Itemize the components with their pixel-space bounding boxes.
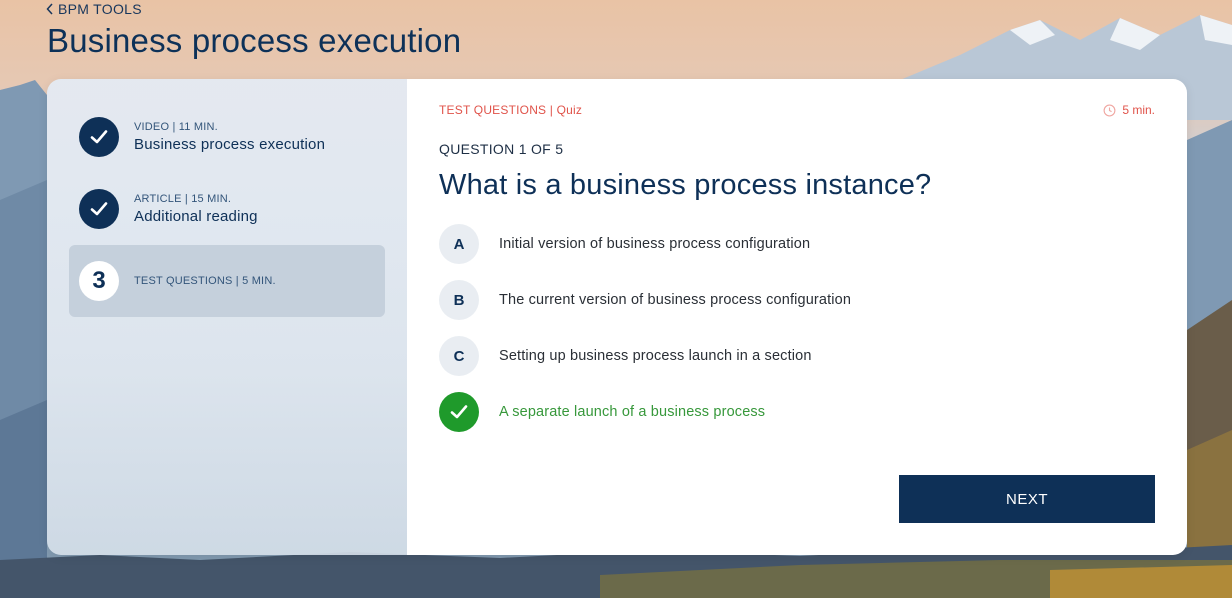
question-text: What is a business process instance? [439, 169, 932, 201]
next-button[interactable]: NEXT [899, 475, 1155, 523]
answer-option-d[interactable]: A separate launch of a business process [439, 384, 1155, 440]
answer-letter: B [439, 280, 479, 320]
answer-option-a[interactable]: A Initial version of business process co… [439, 216, 1155, 272]
step-test-questions[interactable]: 3 TEST QUESTIONS | 5 MIN. [69, 245, 385, 317]
step-title: Additional reading [134, 208, 258, 225]
answer-correct-badge [439, 392, 479, 432]
step-article[interactable]: ARTICLE | 15 MIN. Additional reading [69, 173, 385, 245]
check-icon [90, 202, 108, 216]
chevron-left-icon [46, 3, 53, 15]
check-icon [90, 130, 108, 144]
answer-list: A Initial version of business process co… [439, 216, 1155, 440]
answer-text: The current version of business process … [499, 292, 852, 308]
duration-text: 5 min. [1122, 103, 1155, 117]
question-counter: QUESTION 1 OF 5 [439, 141, 564, 157]
clock-icon [1103, 104, 1116, 116]
step-video[interactable]: VIDEO | 11 MIN. Business process executi… [69, 101, 385, 173]
step-meta: VIDEO | 11 MIN. [134, 121, 218, 133]
step-title: Business process execution [134, 136, 326, 153]
back-link-label: BPM TOOLS [58, 1, 142, 17]
back-link[interactable]: BPM TOOLS [46, 1, 142, 17]
answer-text: A separate launch of a business process [499, 404, 766, 420]
step-meta: TEST QUESTIONS | 5 MIN. [134, 275, 276, 287]
step-meta: ARTICLE | 15 MIN. [134, 193, 232, 205]
answer-option-b[interactable]: B The current version of business proces… [439, 272, 1155, 328]
quiz-panel: TEST QUESTIONS | Quiz 5 min. QUESTION 1 … [407, 79, 1187, 555]
check-icon [450, 405, 468, 419]
answer-text: Initial version of business process conf… [499, 236, 811, 252]
step-completed-badge [79, 117, 119, 157]
answer-option-c[interactable]: C Setting up business process launch in … [439, 328, 1155, 384]
page-title: Business process execution [47, 22, 462, 59]
answer-letter: A [439, 224, 479, 264]
step-completed-badge [79, 189, 119, 229]
answer-text: Setting up business process launch in a … [499, 348, 812, 364]
quiz-label: TEST QUESTIONS | Quiz [439, 103, 583, 117]
course-card: VIDEO | 11 MIN. Business process executi… [47, 79, 1187, 555]
step-number-badge: 3 [79, 261, 119, 301]
quiz-duration: 5 min. [1103, 103, 1155, 117]
course-steps-sidebar: VIDEO | 11 MIN. Business process executi… [47, 79, 407, 555]
answer-letter: C [439, 336, 479, 376]
